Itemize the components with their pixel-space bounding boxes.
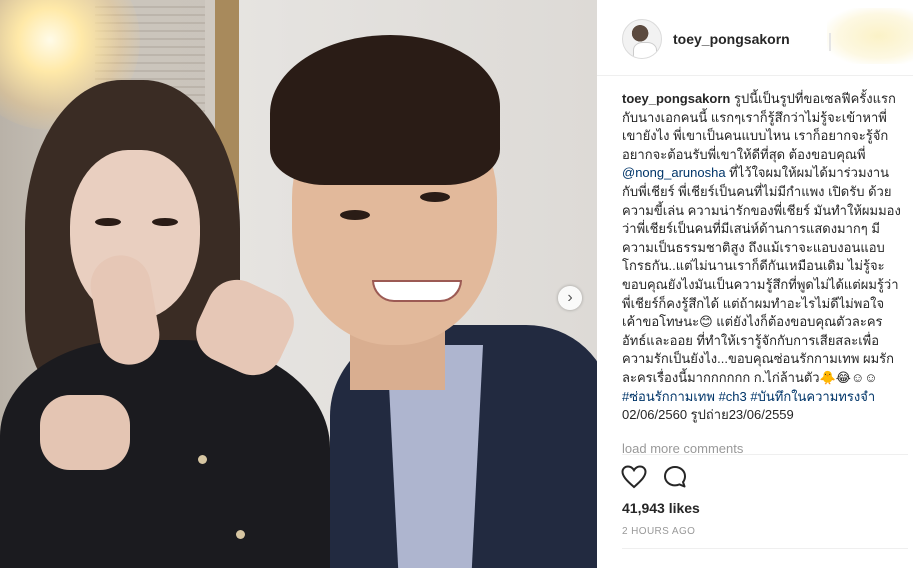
like-button[interactable] [621, 465, 647, 489]
shirt-button [198, 455, 207, 464]
post-caption: toey_pongsakorn รูปนี้เป็นรูปที่ขอเซลฟีค… [622, 90, 904, 425]
man-eye [340, 210, 370, 220]
post-photo: › [0, 0, 597, 568]
woman-eye [95, 218, 121, 226]
caption-hashtag-link[interactable]: #บันทึกในความทรงจำ [750, 389, 875, 404]
follow-button-edge[interactable] [829, 33, 831, 51]
caption-text: ที่ไว้ใจผมให้ผมได้มาร่วมงานกับพี่เชียร์ … [622, 165, 901, 385]
shirt-button [236, 530, 245, 539]
divider [622, 548, 908, 549]
post-time[interactable]: 2 HOURS AGO [622, 526, 695, 537]
caption-text: 02/06/2560 รูปถ่าย23/06/2559 [622, 407, 794, 423]
comment-button[interactable] [663, 465, 687, 489]
header-username[interactable]: toey_pongsakorn [673, 31, 790, 47]
caption-body: รูปนี้เป็นรูปที่ขอเซลฟีครั้งแรกกับนางเอก… [622, 91, 901, 422]
chevron-right-icon: › [567, 289, 573, 306]
caption-username[interactable]: toey_pongsakorn [622, 91, 730, 106]
woman-hand [40, 395, 130, 470]
next-photo-button[interactable]: › [558, 286, 582, 310]
follow-area [827, 8, 913, 64]
caption-hashtag-link[interactable]: #ซ่อนรักกามเทพ [622, 389, 715, 404]
caption-hashtag-link[interactable]: #ch3 [719, 389, 747, 404]
comment-icon [664, 466, 686, 488]
likes-count[interactable]: 41,943 likes [622, 500, 700, 516]
post-side-panel: toey_pongsakorn toey_pongsakorn รูปนี้เป… [597, 0, 913, 568]
avatar[interactable] [622, 19, 662, 59]
man-smile [372, 280, 462, 302]
caption-mention-link[interactable]: @nong_arunosha [622, 165, 726, 180]
post-header: toey_pongsakorn [597, 0, 913, 76]
man-eye [420, 192, 450, 202]
woman-eye [152, 218, 178, 226]
divider [622, 454, 908, 455]
heart-icon [621, 465, 647, 489]
man-hair [270, 35, 500, 185]
